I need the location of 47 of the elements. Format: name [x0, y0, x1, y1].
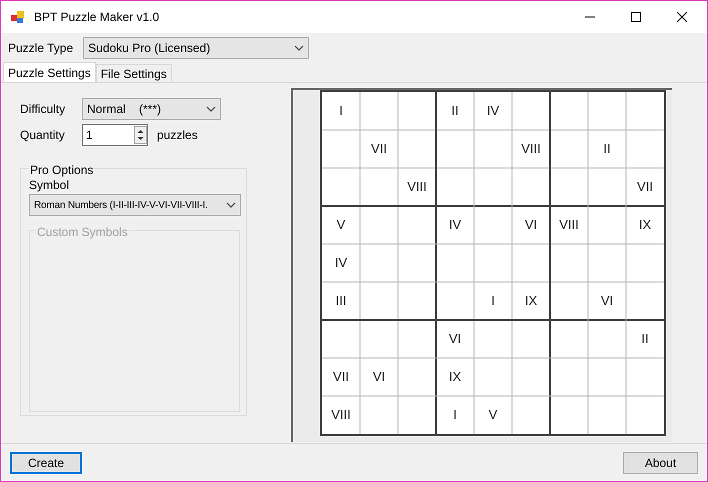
app-icon: [10, 9, 26, 25]
grid-cell-symbol: IX: [638, 216, 652, 234]
grid-cell-symbol: I: [491, 292, 495, 310]
about-button[interactable]: About: [623, 452, 698, 474]
grid-cell-symbol: IX: [448, 368, 462, 386]
grid-cell-symbol: VI: [600, 292, 614, 310]
quantity-spinner[interactable]: 1: [82, 124, 148, 146]
grid-cell-symbol: V: [488, 406, 498, 424]
grid-cell-symbol: II: [451, 102, 459, 120]
grid-cell-symbol: V: [336, 216, 346, 234]
symbol-label: Symbol: [29, 177, 70, 192]
maximize-icon: [631, 12, 641, 22]
grid-cell-symbol: VII: [371, 140, 387, 158]
chevron-down-icon: [294, 45, 304, 51]
grid-cell-symbol: VI: [372, 368, 386, 386]
grid-cell-symbol: I: [339, 102, 343, 120]
grid-cell-symbol: VI: [524, 216, 538, 234]
symbol-dropdown[interactable]: Roman Numbers (I-II-III-IV-V-VI-VII-VIII-I.: [29, 194, 241, 216]
grid-cell-symbol: I: [453, 406, 457, 424]
difficulty-dropdown[interactable]: Normal (***): [82, 98, 221, 120]
grid-cell-symbol: VIII: [407, 178, 427, 196]
create-button[interactable]: Create: [10, 452, 82, 474]
grid-cell-symbol: IX: [524, 292, 538, 310]
chevron-down-icon: [206, 106, 216, 112]
grid-cell-symbol: III: [336, 292, 346, 310]
spinner-arrows-icon: [134, 126, 147, 144]
window-title: BPT Puzzle Maker v1.0: [34, 9, 160, 26]
grid-cell-symbol: IV: [448, 216, 462, 234]
tab[interactable]: File Settings: [96, 64, 172, 82]
tab[interactable]: Puzzle Settings: [3, 62, 96, 82]
chevron-down-icon: [226, 202, 236, 208]
puzzles-label: puzzles: [157, 127, 198, 144]
grid-cell-symbol: IV: [486, 102, 500, 120]
grid-cell-symbol: VI: [448, 330, 462, 348]
puzzle-type-label: Puzzle Type: [8, 40, 74, 57]
grid-cell-symbol: II: [603, 140, 611, 158]
grid-cell-symbol: VIII: [521, 140, 541, 158]
close-icon: [677, 12, 687, 22]
difficulty-label: Difficulty: [20, 101, 66, 118]
grid-cell-symbol: VII: [637, 178, 653, 196]
quantity-label: Quantity: [20, 127, 66, 144]
puzzle-type-dropdown[interactable]: Sudoku Pro (Licensed): [83, 37, 310, 59]
grid-cell-symbol: VIII: [331, 406, 351, 424]
grid-cell-symbol: IV: [334, 254, 348, 272]
grid-cell-symbol: VIII: [559, 216, 579, 234]
grid-cell-symbol: VII: [333, 368, 349, 386]
grid-cell-symbol: II: [641, 330, 649, 348]
